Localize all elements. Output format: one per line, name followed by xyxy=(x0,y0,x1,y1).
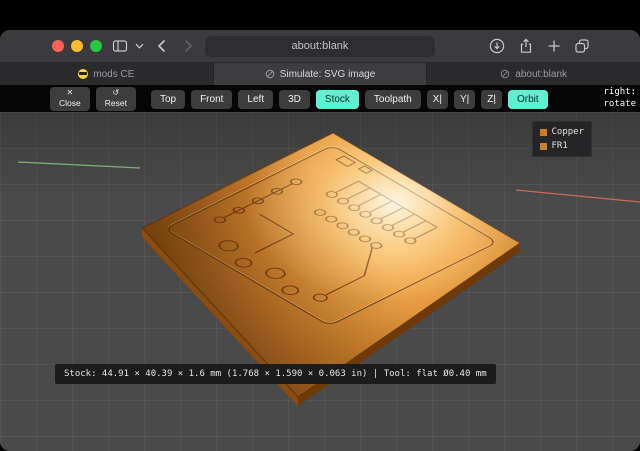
browser-titlebar: about:blank xyxy=(0,30,640,62)
zoom-window-button[interactable] xyxy=(90,40,102,52)
fr1-swatch xyxy=(540,142,548,150)
red-axis xyxy=(515,189,640,203)
pcb-render xyxy=(17,132,640,406)
status-bar: Stock: 44.91 × 40.39 × 1.6 mm (1.768 × 1… xyxy=(55,364,496,384)
minimize-window-button[interactable] xyxy=(71,40,83,52)
close-window-button[interactable] xyxy=(52,40,64,52)
view-left-button[interactable]: Left xyxy=(238,89,274,109)
forward-icon[interactable] xyxy=(180,38,196,54)
reset-button[interactable]: ↺ Reset xyxy=(95,87,136,111)
safari-window: about:blank mods CE Simulate: SVG image xyxy=(0,30,640,451)
address-bar[interactable]: about:blank xyxy=(205,36,435,57)
tab-simulate-svg-image[interactable]: Simulate: SVG image xyxy=(213,63,428,85)
titlebar-actions xyxy=(489,38,590,59)
tab-overview-icon[interactable] xyxy=(574,38,590,59)
copper-swatch xyxy=(540,128,548,136)
chevron-down-icon[interactable] xyxy=(134,38,144,54)
mouse-hint: right: rotate xyxy=(603,87,636,109)
view-3d-button[interactable]: 3D xyxy=(279,89,310,109)
tab-mods-ce[interactable]: mods CE xyxy=(0,63,214,85)
viewport-3d[interactable]: Copper FR1 Stock: 44.91 × 40.39 × 1.6 mm… xyxy=(0,112,640,451)
axis-x-button[interactable]: X| xyxy=(426,89,449,109)
share-icon[interactable] xyxy=(518,38,534,59)
globe-favicon-icon xyxy=(501,69,510,79)
globe-favicon-icon xyxy=(265,69,275,79)
new-tab-icon[interactable] xyxy=(547,39,561,58)
traffic-lights xyxy=(52,40,102,52)
view-front-button[interactable]: Front xyxy=(191,89,233,109)
tab-bar: mods CE Simulate: SVG image about:blank xyxy=(0,62,640,85)
green-axis xyxy=(17,161,141,169)
close-icon: ✕ xyxy=(66,88,74,98)
download-icon[interactable] xyxy=(489,38,505,59)
tab-about-blank[interactable]: about:blank xyxy=(427,63,640,85)
orbit-button[interactable]: Orbit xyxy=(508,89,548,109)
simulator-toolbar: ✕ Close ↺ Reset Top Front Left 3D Stock … xyxy=(0,85,640,113)
axis-z-button[interactable]: Z| xyxy=(481,89,503,109)
back-icon[interactable] xyxy=(154,38,170,54)
sidebar-icon[interactable] xyxy=(112,38,128,54)
material-legend: Copper FR1 xyxy=(532,121,592,157)
close-button[interactable]: ✕ Close xyxy=(50,87,90,111)
reset-icon: ↺ xyxy=(112,88,120,98)
stock-button[interactable]: Stock xyxy=(315,89,359,109)
sunglasses-emoji-favicon-icon xyxy=(78,69,89,79)
view-top-button[interactable]: Top xyxy=(150,89,186,109)
legend-row-copper: Copper xyxy=(540,127,584,137)
toolpath-button[interactable]: Toolpath xyxy=(364,89,421,109)
tab-label: mods CE xyxy=(93,68,135,80)
legend-row-fr1: FR1 xyxy=(540,141,584,151)
tab-label: about:blank xyxy=(515,68,568,80)
tab-label: Simulate: SVG image xyxy=(279,68,376,80)
axis-y-button[interactable]: Y| xyxy=(454,89,476,109)
